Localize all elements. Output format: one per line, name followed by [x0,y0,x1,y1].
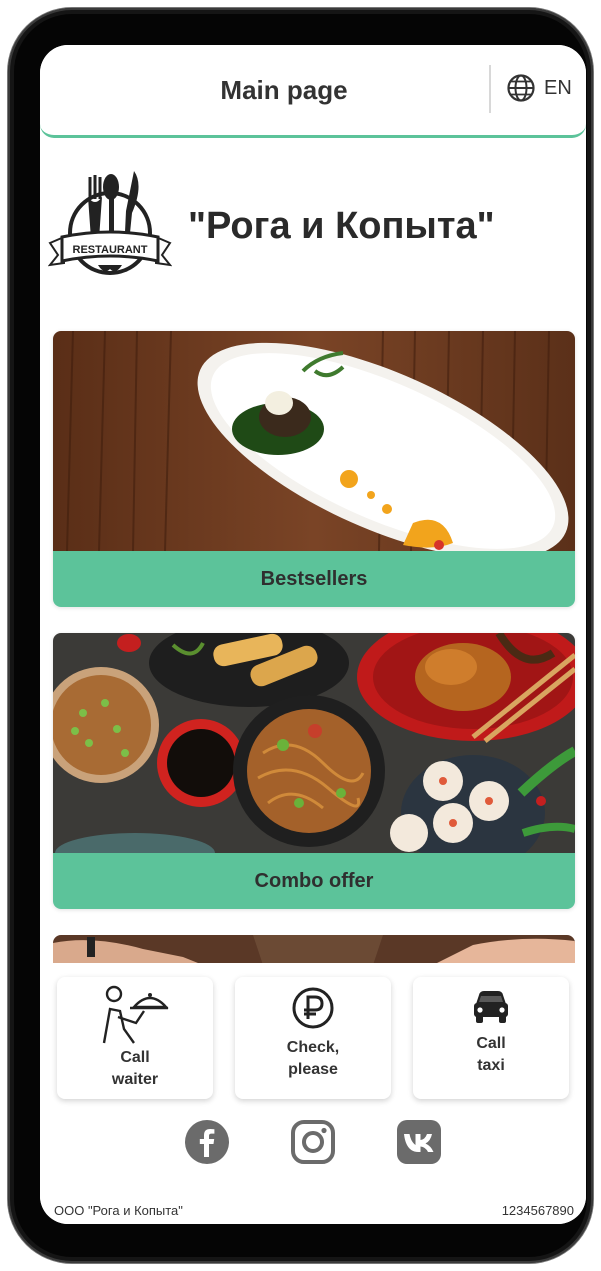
label-line: waiter [111,1071,159,1088]
category-card-bestsellers[interactable]: Bestsellers [53,331,575,607]
restaurant-logo: RESTAURANT [47,165,173,283]
vk-icon [397,1120,441,1164]
category-card-combo-offer[interactable]: Combo offer [53,633,575,909]
language-label: EN [544,76,572,99]
call-waiter-button[interactable]: Call waiter [57,977,213,1099]
label-line: please [288,1061,338,1078]
call-waiter-label: Call waiter [57,1047,213,1091]
logo-text: RESTAURANT [73,244,148,256]
category-image-combo-offer [53,633,575,853]
label-line: Call [476,1035,506,1052]
waiter-icon [57,985,213,1047]
phone-frame: Main page EN RESTAURANT "Рога и Копыта" … [8,8,593,1263]
check-please-button[interactable]: Check, please [235,977,391,1099]
header-divider [489,65,491,113]
instagram-icon [291,1120,335,1164]
page-title: Main page [220,75,348,105]
label-line: Call [120,1049,150,1066]
language-switcher[interactable]: EN [506,73,572,103]
globe-icon [506,73,536,103]
restaurant-name: "Рога и Копыта" [188,205,495,247]
category-image-bestsellers [53,331,575,551]
facebook-link[interactable] [184,1119,230,1165]
bottom-action-panel: Call waiter Check, please Call taxi ООО … [40,963,586,1224]
vk-link[interactable] [396,1119,442,1165]
check-please-label: Check, please [235,1037,391,1081]
footer-company-name: ООО "Рога и Копыта" [54,1203,183,1218]
call-taxi-label: Call taxi [413,1033,569,1077]
label-line: Check, [286,1039,340,1056]
instagram-link[interactable] [290,1119,336,1165]
category-image-partial [53,935,575,965]
footer-phone[interactable]: 1234567890 [502,1203,574,1218]
label-line: taxi [477,1057,505,1074]
app-screen: Main page EN RESTAURANT "Рога и Копыта" … [40,45,586,1224]
call-taxi-button[interactable]: Call taxi [413,977,569,1099]
category-label: Combo offer [53,853,575,909]
app-header: Main page EN [40,45,586,138]
facebook-icon [185,1120,229,1164]
category-card-partial[interactable] [53,935,575,965]
category-label: Bestsellers [53,551,575,607]
social-links [40,1119,586,1167]
